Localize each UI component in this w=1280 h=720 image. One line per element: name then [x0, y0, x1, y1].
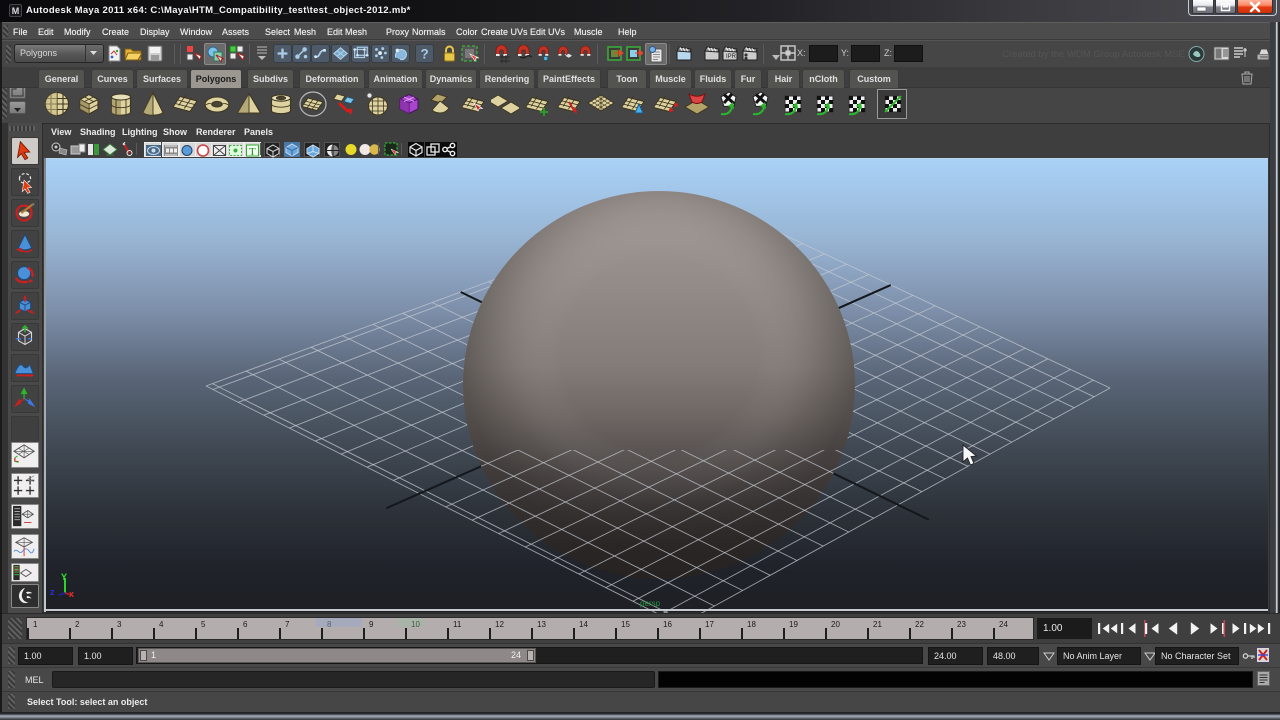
svg-text:x: x	[69, 589, 74, 599]
svg-text:z: z	[50, 587, 55, 597]
svg-text:IPR: IPR	[726, 54, 737, 60]
svg-text:Y: Y	[61, 572, 67, 582]
svg-text:T: T	[249, 146, 256, 158]
svg-text:persp: persp	[640, 599, 661, 608]
svg-text:?: ?	[420, 46, 428, 61]
